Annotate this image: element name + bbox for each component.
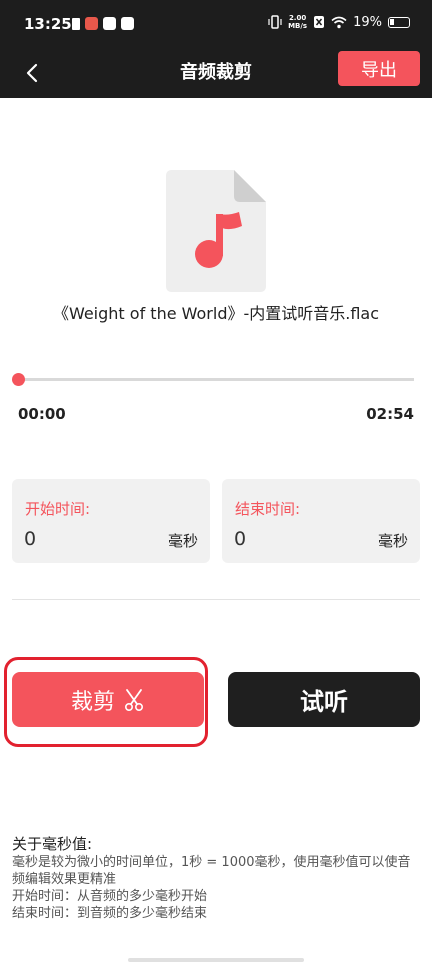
speed-unit: MB/s bbox=[288, 22, 308, 30]
note-line: 开始时间：从音频的多少毫秒开始 bbox=[12, 889, 208, 904]
current-time: 00:00 bbox=[18, 405, 66, 423]
home-indicator[interactable] bbox=[128, 958, 304, 962]
start-time-label: 开始时间: bbox=[25, 500, 91, 518]
end-time-unit: 毫秒 bbox=[377, 532, 408, 550]
total-time: 02:54 bbox=[366, 405, 414, 423]
battery-icon bbox=[388, 16, 410, 28]
status-bar: 13:25 2.00 MB/s 19% bbox=[0, 0, 432, 48]
speed-value: 2.00 bbox=[288, 14, 307, 22]
music-file-icon bbox=[166, 170, 266, 292]
notification-icons bbox=[72, 17, 134, 30]
network-speed: 2.00 MB/s bbox=[288, 14, 307, 30]
progress-thumb[interactable] bbox=[12, 373, 25, 386]
data-off-icon bbox=[314, 16, 325, 28]
vibrate-icon bbox=[268, 15, 282, 29]
link-icon bbox=[121, 17, 134, 30]
end-time-label: 结束时间: bbox=[235, 500, 301, 518]
divider bbox=[12, 599, 420, 600]
millisecond-note: 关于毫秒值: 毫秒是较为微小的时间单位，1秒 = 1000毫秒，使用毫秒值可以使… bbox=[12, 836, 422, 922]
app-notification-icon bbox=[85, 17, 98, 30]
system-icons: 2.00 MB/s 19% bbox=[268, 14, 410, 30]
start-time-unit: 毫秒 bbox=[167, 532, 198, 550]
battery-percent: 19% bbox=[353, 14, 382, 30]
start-time-input[interactable]: 0 bbox=[24, 528, 36, 550]
sim-icon bbox=[72, 17, 80, 30]
start-time-field[interactable]: 开始时间: 0 毫秒 bbox=[12, 479, 210, 563]
message-icon bbox=[103, 17, 116, 30]
progress-track[interactable] bbox=[18, 378, 414, 381]
cut-button[interactable]: 裁剪 bbox=[12, 672, 204, 727]
end-time-field[interactable]: 结束时间: 0 毫秒 bbox=[222, 479, 420, 563]
cut-button-label: 裁剪 bbox=[70, 689, 115, 715]
scissors-icon bbox=[124, 688, 144, 711]
note-line: 结束时间：到音频的多少毫秒结束 bbox=[12, 906, 208, 921]
file-name: 《Weight of the World》-内置试听音乐.flac bbox=[52, 304, 380, 323]
note-line: 毫秒是较为微小的时间单位，1秒 = 1000毫秒，使用毫秒值可以使音频编辑效果更… bbox=[12, 855, 411, 887]
wifi-icon bbox=[331, 16, 347, 28]
top-app-bar: 音频裁剪 导出 bbox=[0, 48, 432, 98]
note-title: 关于毫秒值: bbox=[12, 835, 93, 853]
preview-listen-button[interactable]: 试听 bbox=[228, 672, 420, 727]
export-button[interactable]: 导出 bbox=[338, 51, 420, 86]
end-time-input[interactable]: 0 bbox=[234, 528, 246, 550]
status-time: 13:25 bbox=[24, 15, 72, 33]
